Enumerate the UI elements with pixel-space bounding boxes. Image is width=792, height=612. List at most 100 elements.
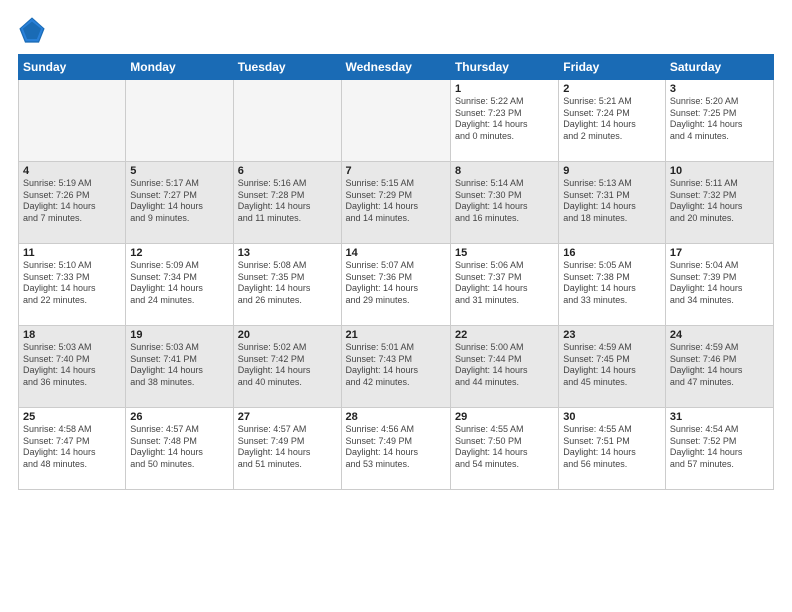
day-number: 20: [238, 329, 337, 341]
calendar-day: 11Sunrise: 5:10 AM Sunset: 7:33 PM Dayli…: [19, 244, 126, 326]
day-number: 8: [455, 165, 554, 177]
calendar-day: [126, 80, 233, 162]
calendar-week: 25Sunrise: 4:58 AM Sunset: 7:47 PM Dayli…: [19, 408, 774, 490]
calendar-day: 17Sunrise: 5:04 AM Sunset: 7:39 PM Dayli…: [665, 244, 773, 326]
day-number: 21: [346, 329, 446, 341]
logo-icon: [18, 16, 46, 44]
day-info: Sunrise: 5:07 AM Sunset: 7:36 PM Dayligh…: [346, 260, 446, 307]
header: [18, 16, 774, 44]
calendar-day: 20Sunrise: 5:02 AM Sunset: 7:42 PM Dayli…: [233, 326, 341, 408]
day-info: Sunrise: 5:00 AM Sunset: 7:44 PM Dayligh…: [455, 342, 554, 389]
day-number: 13: [238, 247, 337, 259]
day-number: 25: [23, 411, 121, 423]
calendar-day: [19, 80, 126, 162]
day-info: Sunrise: 5:22 AM Sunset: 7:23 PM Dayligh…: [455, 96, 554, 143]
day-info: Sunrise: 5:06 AM Sunset: 7:37 PM Dayligh…: [455, 260, 554, 307]
day-info: Sunrise: 5:20 AM Sunset: 7:25 PM Dayligh…: [670, 96, 769, 143]
day-number: 10: [670, 165, 769, 177]
calendar-day: [341, 80, 450, 162]
day-number: 15: [455, 247, 554, 259]
day-info: Sunrise: 4:57 AM Sunset: 7:49 PM Dayligh…: [238, 424, 337, 471]
header-row: SundayMondayTuesdayWednesdayThursdayFrid…: [19, 55, 774, 80]
day-number: 31: [670, 411, 769, 423]
header-day: Thursday: [450, 55, 558, 80]
calendar-day: 6Sunrise: 5:16 AM Sunset: 7:28 PM Daylig…: [233, 162, 341, 244]
day-info: Sunrise: 4:54 AM Sunset: 7:52 PM Dayligh…: [670, 424, 769, 471]
day-number: 16: [563, 247, 661, 259]
calendar-header: SundayMondayTuesdayWednesdayThursdayFrid…: [19, 55, 774, 80]
calendar-day: 31Sunrise: 4:54 AM Sunset: 7:52 PM Dayli…: [665, 408, 773, 490]
day-number: 2: [563, 83, 661, 95]
day-number: 6: [238, 165, 337, 177]
day-info: Sunrise: 5:03 AM Sunset: 7:41 PM Dayligh…: [130, 342, 228, 389]
day-number: 9: [563, 165, 661, 177]
calendar-day: 25Sunrise: 4:58 AM Sunset: 7:47 PM Dayli…: [19, 408, 126, 490]
calendar-day: 23Sunrise: 4:59 AM Sunset: 7:45 PM Dayli…: [559, 326, 666, 408]
day-info: Sunrise: 5:17 AM Sunset: 7:27 PM Dayligh…: [130, 178, 228, 225]
day-info: Sunrise: 4:56 AM Sunset: 7:49 PM Dayligh…: [346, 424, 446, 471]
logo: [18, 16, 50, 44]
day-info: Sunrise: 4:59 AM Sunset: 7:46 PM Dayligh…: [670, 342, 769, 389]
day-info: Sunrise: 5:16 AM Sunset: 7:28 PM Dayligh…: [238, 178, 337, 225]
header-day: Tuesday: [233, 55, 341, 80]
day-info: Sunrise: 5:03 AM Sunset: 7:40 PM Dayligh…: [23, 342, 121, 389]
header-day: Sunday: [19, 55, 126, 80]
day-info: Sunrise: 5:21 AM Sunset: 7:24 PM Dayligh…: [563, 96, 661, 143]
calendar-day: 18Sunrise: 5:03 AM Sunset: 7:40 PM Dayli…: [19, 326, 126, 408]
day-number: 5: [130, 165, 228, 177]
day-number: 4: [23, 165, 121, 177]
day-info: Sunrise: 4:55 AM Sunset: 7:51 PM Dayligh…: [563, 424, 661, 471]
day-info: Sunrise: 5:05 AM Sunset: 7:38 PM Dayligh…: [563, 260, 661, 307]
calendar-day: 13Sunrise: 5:08 AM Sunset: 7:35 PM Dayli…: [233, 244, 341, 326]
day-info: Sunrise: 5:02 AM Sunset: 7:42 PM Dayligh…: [238, 342, 337, 389]
calendar-day: 24Sunrise: 4:59 AM Sunset: 7:46 PM Dayli…: [665, 326, 773, 408]
header-day: Friday: [559, 55, 666, 80]
calendar-week: 4Sunrise: 5:19 AM Sunset: 7:26 PM Daylig…: [19, 162, 774, 244]
day-number: 7: [346, 165, 446, 177]
day-number: 17: [670, 247, 769, 259]
calendar-day: 29Sunrise: 4:55 AM Sunset: 7:50 PM Dayli…: [450, 408, 558, 490]
day-info: Sunrise: 5:09 AM Sunset: 7:34 PM Dayligh…: [130, 260, 228, 307]
day-number: 30: [563, 411, 661, 423]
calendar-day: 1Sunrise: 5:22 AM Sunset: 7:23 PM Daylig…: [450, 80, 558, 162]
calendar-day: 3Sunrise: 5:20 AM Sunset: 7:25 PM Daylig…: [665, 80, 773, 162]
page: SundayMondayTuesdayWednesdayThursdayFrid…: [0, 0, 792, 612]
day-number: 18: [23, 329, 121, 341]
calendar-day: 12Sunrise: 5:09 AM Sunset: 7:34 PM Dayli…: [126, 244, 233, 326]
calendar-week: 1Sunrise: 5:22 AM Sunset: 7:23 PM Daylig…: [19, 80, 774, 162]
day-number: 23: [563, 329, 661, 341]
calendar-day: 26Sunrise: 4:57 AM Sunset: 7:48 PM Dayli…: [126, 408, 233, 490]
day-number: 19: [130, 329, 228, 341]
calendar-day: [233, 80, 341, 162]
day-info: Sunrise: 5:14 AM Sunset: 7:30 PM Dayligh…: [455, 178, 554, 225]
day-number: 11: [23, 247, 121, 259]
day-number: 22: [455, 329, 554, 341]
calendar-day: 10Sunrise: 5:11 AM Sunset: 7:32 PM Dayli…: [665, 162, 773, 244]
day-info: Sunrise: 4:58 AM Sunset: 7:47 PM Dayligh…: [23, 424, 121, 471]
day-info: Sunrise: 4:57 AM Sunset: 7:48 PM Dayligh…: [130, 424, 228, 471]
day-info: Sunrise: 5:04 AM Sunset: 7:39 PM Dayligh…: [670, 260, 769, 307]
day-number: 14: [346, 247, 446, 259]
day-number: 28: [346, 411, 446, 423]
day-number: 12: [130, 247, 228, 259]
calendar-day: 28Sunrise: 4:56 AM Sunset: 7:49 PM Dayli…: [341, 408, 450, 490]
day-info: Sunrise: 5:13 AM Sunset: 7:31 PM Dayligh…: [563, 178, 661, 225]
calendar-day: 27Sunrise: 4:57 AM Sunset: 7:49 PM Dayli…: [233, 408, 341, 490]
day-info: Sunrise: 5:10 AM Sunset: 7:33 PM Dayligh…: [23, 260, 121, 307]
day-info: Sunrise: 4:55 AM Sunset: 7:50 PM Dayligh…: [455, 424, 554, 471]
calendar-day: 21Sunrise: 5:01 AM Sunset: 7:43 PM Dayli…: [341, 326, 450, 408]
day-info: Sunrise: 4:59 AM Sunset: 7:45 PM Dayligh…: [563, 342, 661, 389]
calendar-week: 11Sunrise: 5:10 AM Sunset: 7:33 PM Dayli…: [19, 244, 774, 326]
header-day: Wednesday: [341, 55, 450, 80]
day-number: 27: [238, 411, 337, 423]
calendar-day: 4Sunrise: 5:19 AM Sunset: 7:26 PM Daylig…: [19, 162, 126, 244]
calendar-day: 8Sunrise: 5:14 AM Sunset: 7:30 PM Daylig…: [450, 162, 558, 244]
day-number: 3: [670, 83, 769, 95]
calendar-day: 16Sunrise: 5:05 AM Sunset: 7:38 PM Dayli…: [559, 244, 666, 326]
header-day: Monday: [126, 55, 233, 80]
calendar-day: 2Sunrise: 5:21 AM Sunset: 7:24 PM Daylig…: [559, 80, 666, 162]
day-info: Sunrise: 5:08 AM Sunset: 7:35 PM Dayligh…: [238, 260, 337, 307]
calendar-day: 30Sunrise: 4:55 AM Sunset: 7:51 PM Dayli…: [559, 408, 666, 490]
calendar-day: 7Sunrise: 5:15 AM Sunset: 7:29 PM Daylig…: [341, 162, 450, 244]
calendar-day: 19Sunrise: 5:03 AM Sunset: 7:41 PM Dayli…: [126, 326, 233, 408]
